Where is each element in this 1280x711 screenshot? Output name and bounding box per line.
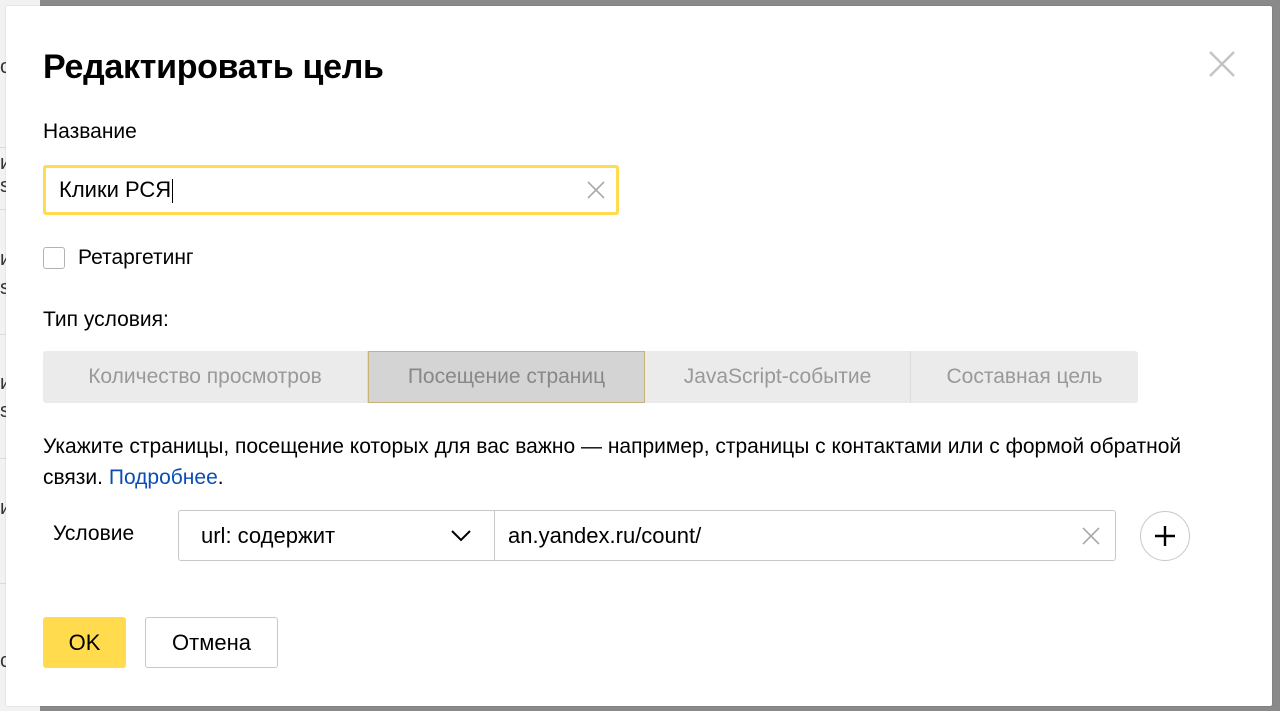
condition-description: Укажите страницы, посещение которых для … [43, 431, 1243, 493]
clear-icon [587, 181, 605, 199]
condition-url-value[interactable]: an.yandex.ru/count/ [495, 523, 1071, 549]
goal-name-input[interactable]: Клики РСЯ [43, 165, 619, 215]
condition-label: Условие [53, 522, 135, 545]
retargeting-checkbox-row[interactable]: Ретаргетинг [43, 246, 194, 270]
retargeting-checkbox[interactable] [43, 247, 65, 269]
close-icon [1209, 51, 1235, 77]
tab-page-visits[interactable]: Посещение страниц [368, 351, 645, 403]
chevron-down-icon [446, 521, 476, 551]
tab-javascript-event[interactable]: JavaScript-событие [645, 351, 911, 403]
tab-page-views-count[interactable]: Количество просмотров [43, 351, 368, 403]
clear-name-button[interactable] [576, 170, 616, 210]
dialog-title: Редактировать цель [43, 48, 384, 86]
text-caret [172, 179, 174, 204]
retargeting-label: Ретаргетинг [78, 246, 194, 269]
condition-type-label: Тип условия: [43, 308, 169, 331]
goal-name-value[interactable]: Клики РСЯ [46, 177, 576, 204]
condition-type-tabs: Количество просмотров Посещение страниц … [43, 351, 1138, 403]
condition-url-input[interactable]: an.yandex.ru/count/ [494, 510, 1116, 561]
edit-goal-dialog: Редактировать цель Название Клики РСЯ Ре… [6, 6, 1272, 706]
tab-composite-goal[interactable]: Составная цель [911, 351, 1138, 403]
condition-operator-select[interactable]: url: содержит [178, 510, 495, 561]
cancel-button[interactable]: Отмена [145, 617, 278, 668]
add-condition-button[interactable] [1140, 511, 1190, 561]
more-link[interactable]: Подробнее [109, 466, 218, 489]
clear-url-button[interactable] [1071, 516, 1111, 556]
name-label: Название [43, 120, 137, 143]
plus-icon [1155, 526, 1175, 546]
close-button[interactable] [1204, 46, 1240, 82]
description-suffix: . [217, 466, 224, 489]
clear-icon [1082, 526, 1100, 545]
condition-operator-value: url: содержит [201, 522, 336, 548]
ok-button[interactable]: OK [43, 617, 126, 668]
